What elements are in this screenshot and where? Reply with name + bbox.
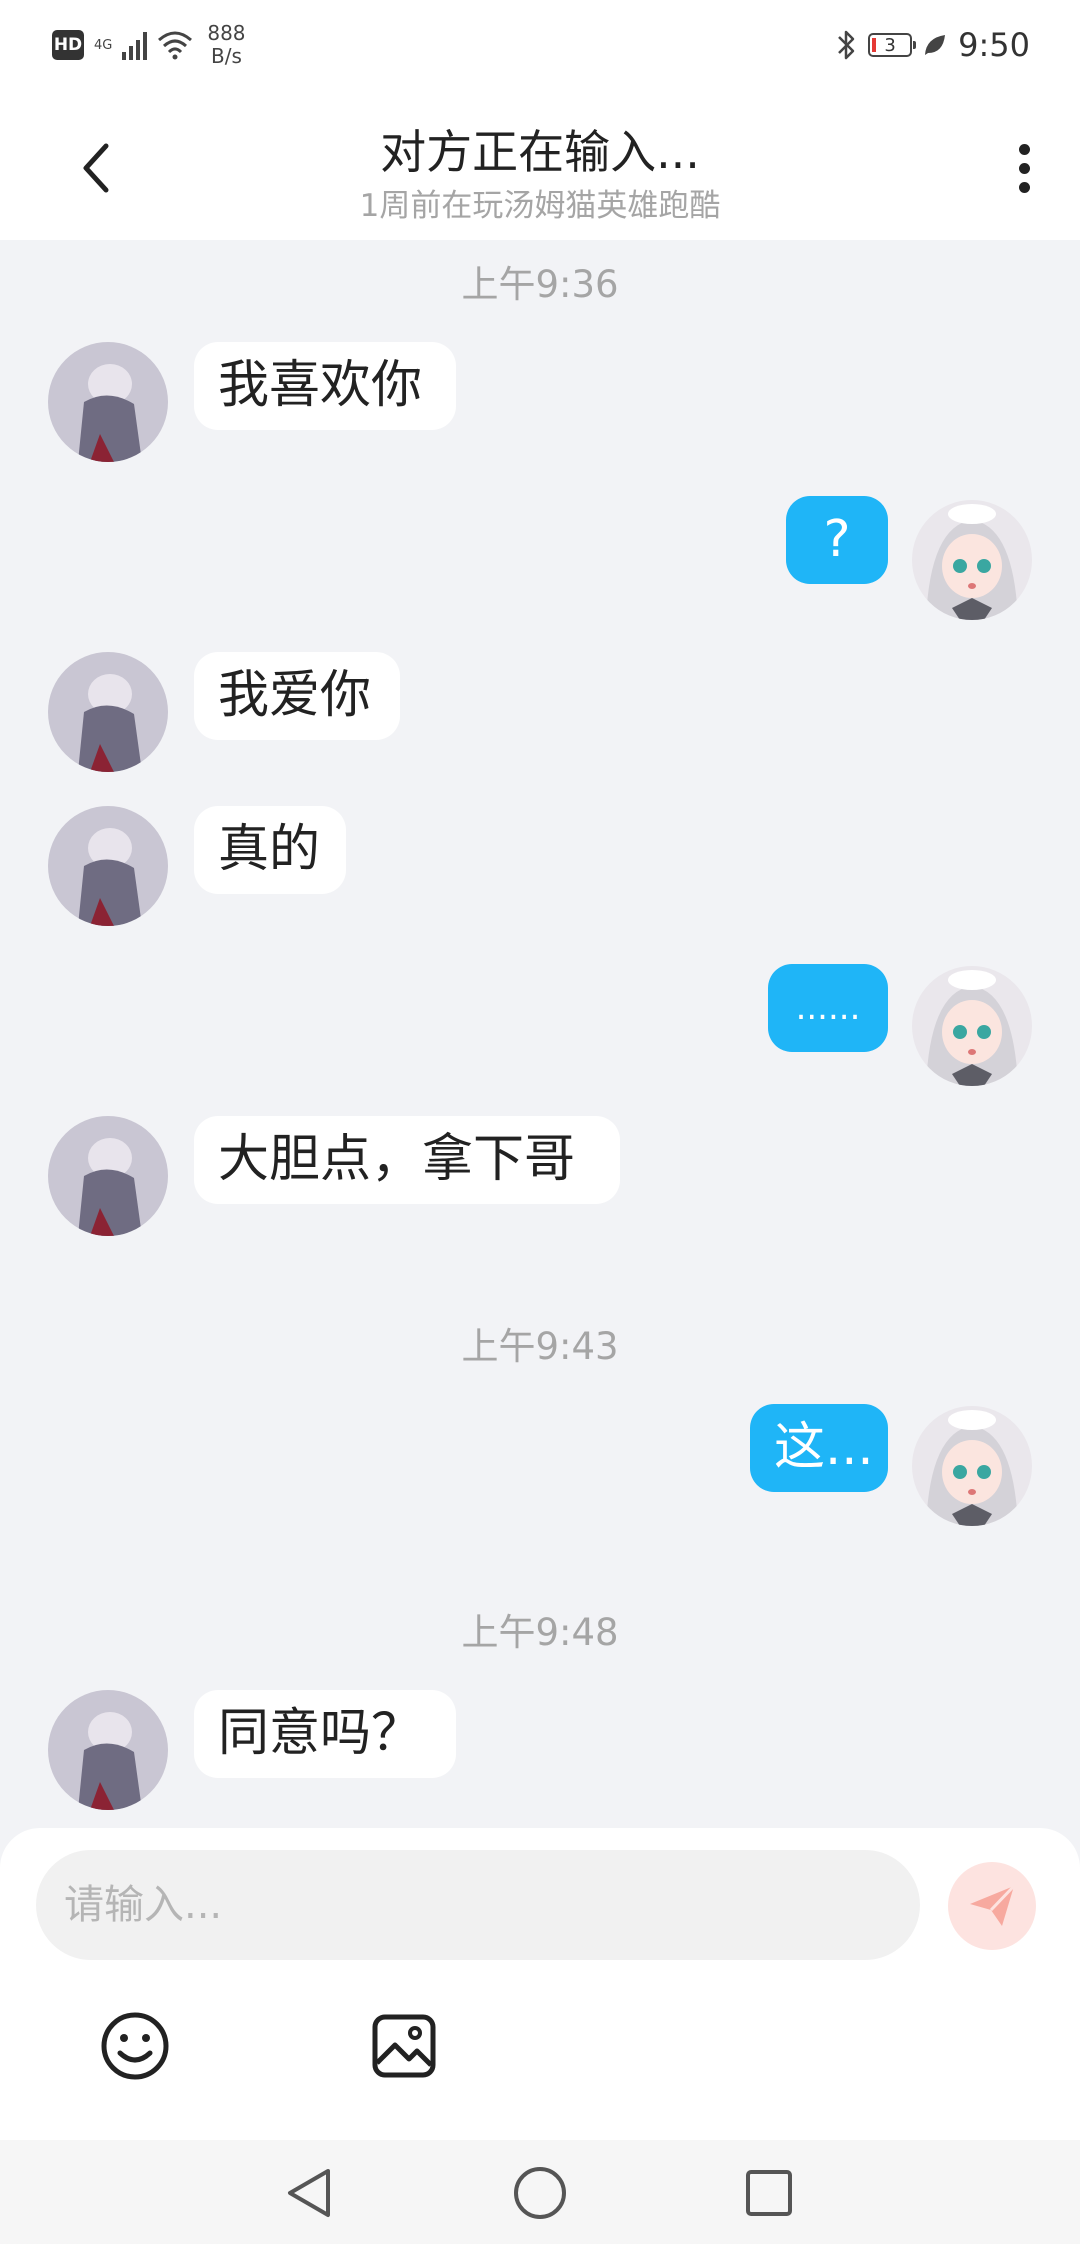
battery-icon: 3 <box>868 33 917 57</box>
avatar-other[interactable] <box>48 1116 168 1236</box>
clock: 9:50 <box>958 26 1030 64</box>
triangle-back-icon <box>288 2169 330 2217</box>
circle-home-icon <box>514 2167 566 2219</box>
leaf-icon <box>925 35 946 55</box>
input-panel <box>0 1828 1080 2140</box>
message-bubble-incoming[interactable]: 我爱你 <box>194 652 400 740</box>
timestamp: 上午9:43 <box>461 1325 619 1368</box>
message-list[interactable]: 上午9:36 我喜欢你 ? 我爱你 真的 ...... 大胆点，拿下哥 上午9:… <box>0 240 1080 1828</box>
avatar-other[interactable] <box>48 652 168 772</box>
message-bubble-incoming[interactable]: 大胆点，拿下哥 <box>194 1116 620 1204</box>
avatar-self[interactable] <box>912 1406 1032 1526</box>
square-recent-icon <box>746 2170 792 2216</box>
timestamp: 上午9:36 <box>461 263 619 306</box>
network-type: 4G <box>94 37 113 53</box>
chat-header: 对方正在输入... 1周前在玩汤姆猫英雄跑酷 <box>0 96 1080 240</box>
signal-icon <box>122 30 148 60</box>
nav-home-button[interactable] <box>505 2158 575 2228</box>
avatar-other[interactable] <box>48 806 168 926</box>
status-right: 3 9:50 <box>836 26 1030 64</box>
message-bubble-outgoing[interactable]: 这... <box>750 1404 888 1492</box>
send-button[interactable] <box>948 1862 1036 1950</box>
timestamp: 上午9:48 <box>461 1611 619 1654</box>
nav-back-button[interactable] <box>274 2158 344 2228</box>
avatar-other[interactable] <box>48 342 168 462</box>
status-left: HD 4G 888 B/s <box>52 22 246 68</box>
image-button[interactable] <box>364 2006 444 2086</box>
hd-badge: HD <box>52 30 84 60</box>
avatar-self[interactable] <box>912 500 1032 620</box>
paper-plane-icon <box>970 1884 1016 1926</box>
page-title: 对方正在输入... <box>380 125 700 179</box>
message-input[interactable] <box>36 1850 920 1960</box>
more-vertical-icon <box>1018 143 1030 155</box>
message-bubble-outgoing[interactable]: ? <box>786 496 888 584</box>
message-bubble-outgoing[interactable]: ...... <box>768 964 888 1052</box>
self-avatar-image <box>912 500 1032 620</box>
system-nav-bar <box>0 2140 1080 2244</box>
user-avatar-image <box>48 342 168 462</box>
network-speed: 888 B/s <box>207 21 246 68</box>
more-button[interactable] <box>988 132 1060 204</box>
avatar-self[interactable] <box>912 966 1032 1086</box>
smiley-icon <box>101 2012 169 2080</box>
wifi-icon <box>158 31 193 60</box>
message-bubble-incoming[interactable]: 真的 <box>194 806 346 894</box>
message-bubble-incoming[interactable]: 我喜欢你 <box>194 342 456 430</box>
status-bar: HD 4G 888 B/s 3 9:50 <box>0 0 1080 96</box>
page-subtitle: 1周前在玩汤姆猫英雄跑酷 <box>359 188 721 224</box>
message-bubble-incoming[interactable]: 同意吗？ <box>194 1690 456 1778</box>
emoji-button[interactable] <box>95 2006 175 2086</box>
image-icon <box>372 2014 436 2078</box>
avatar-other[interactable] <box>48 1690 168 1810</box>
bluetooth-icon <box>838 30 855 60</box>
nav-recent-button[interactable] <box>734 2158 804 2228</box>
